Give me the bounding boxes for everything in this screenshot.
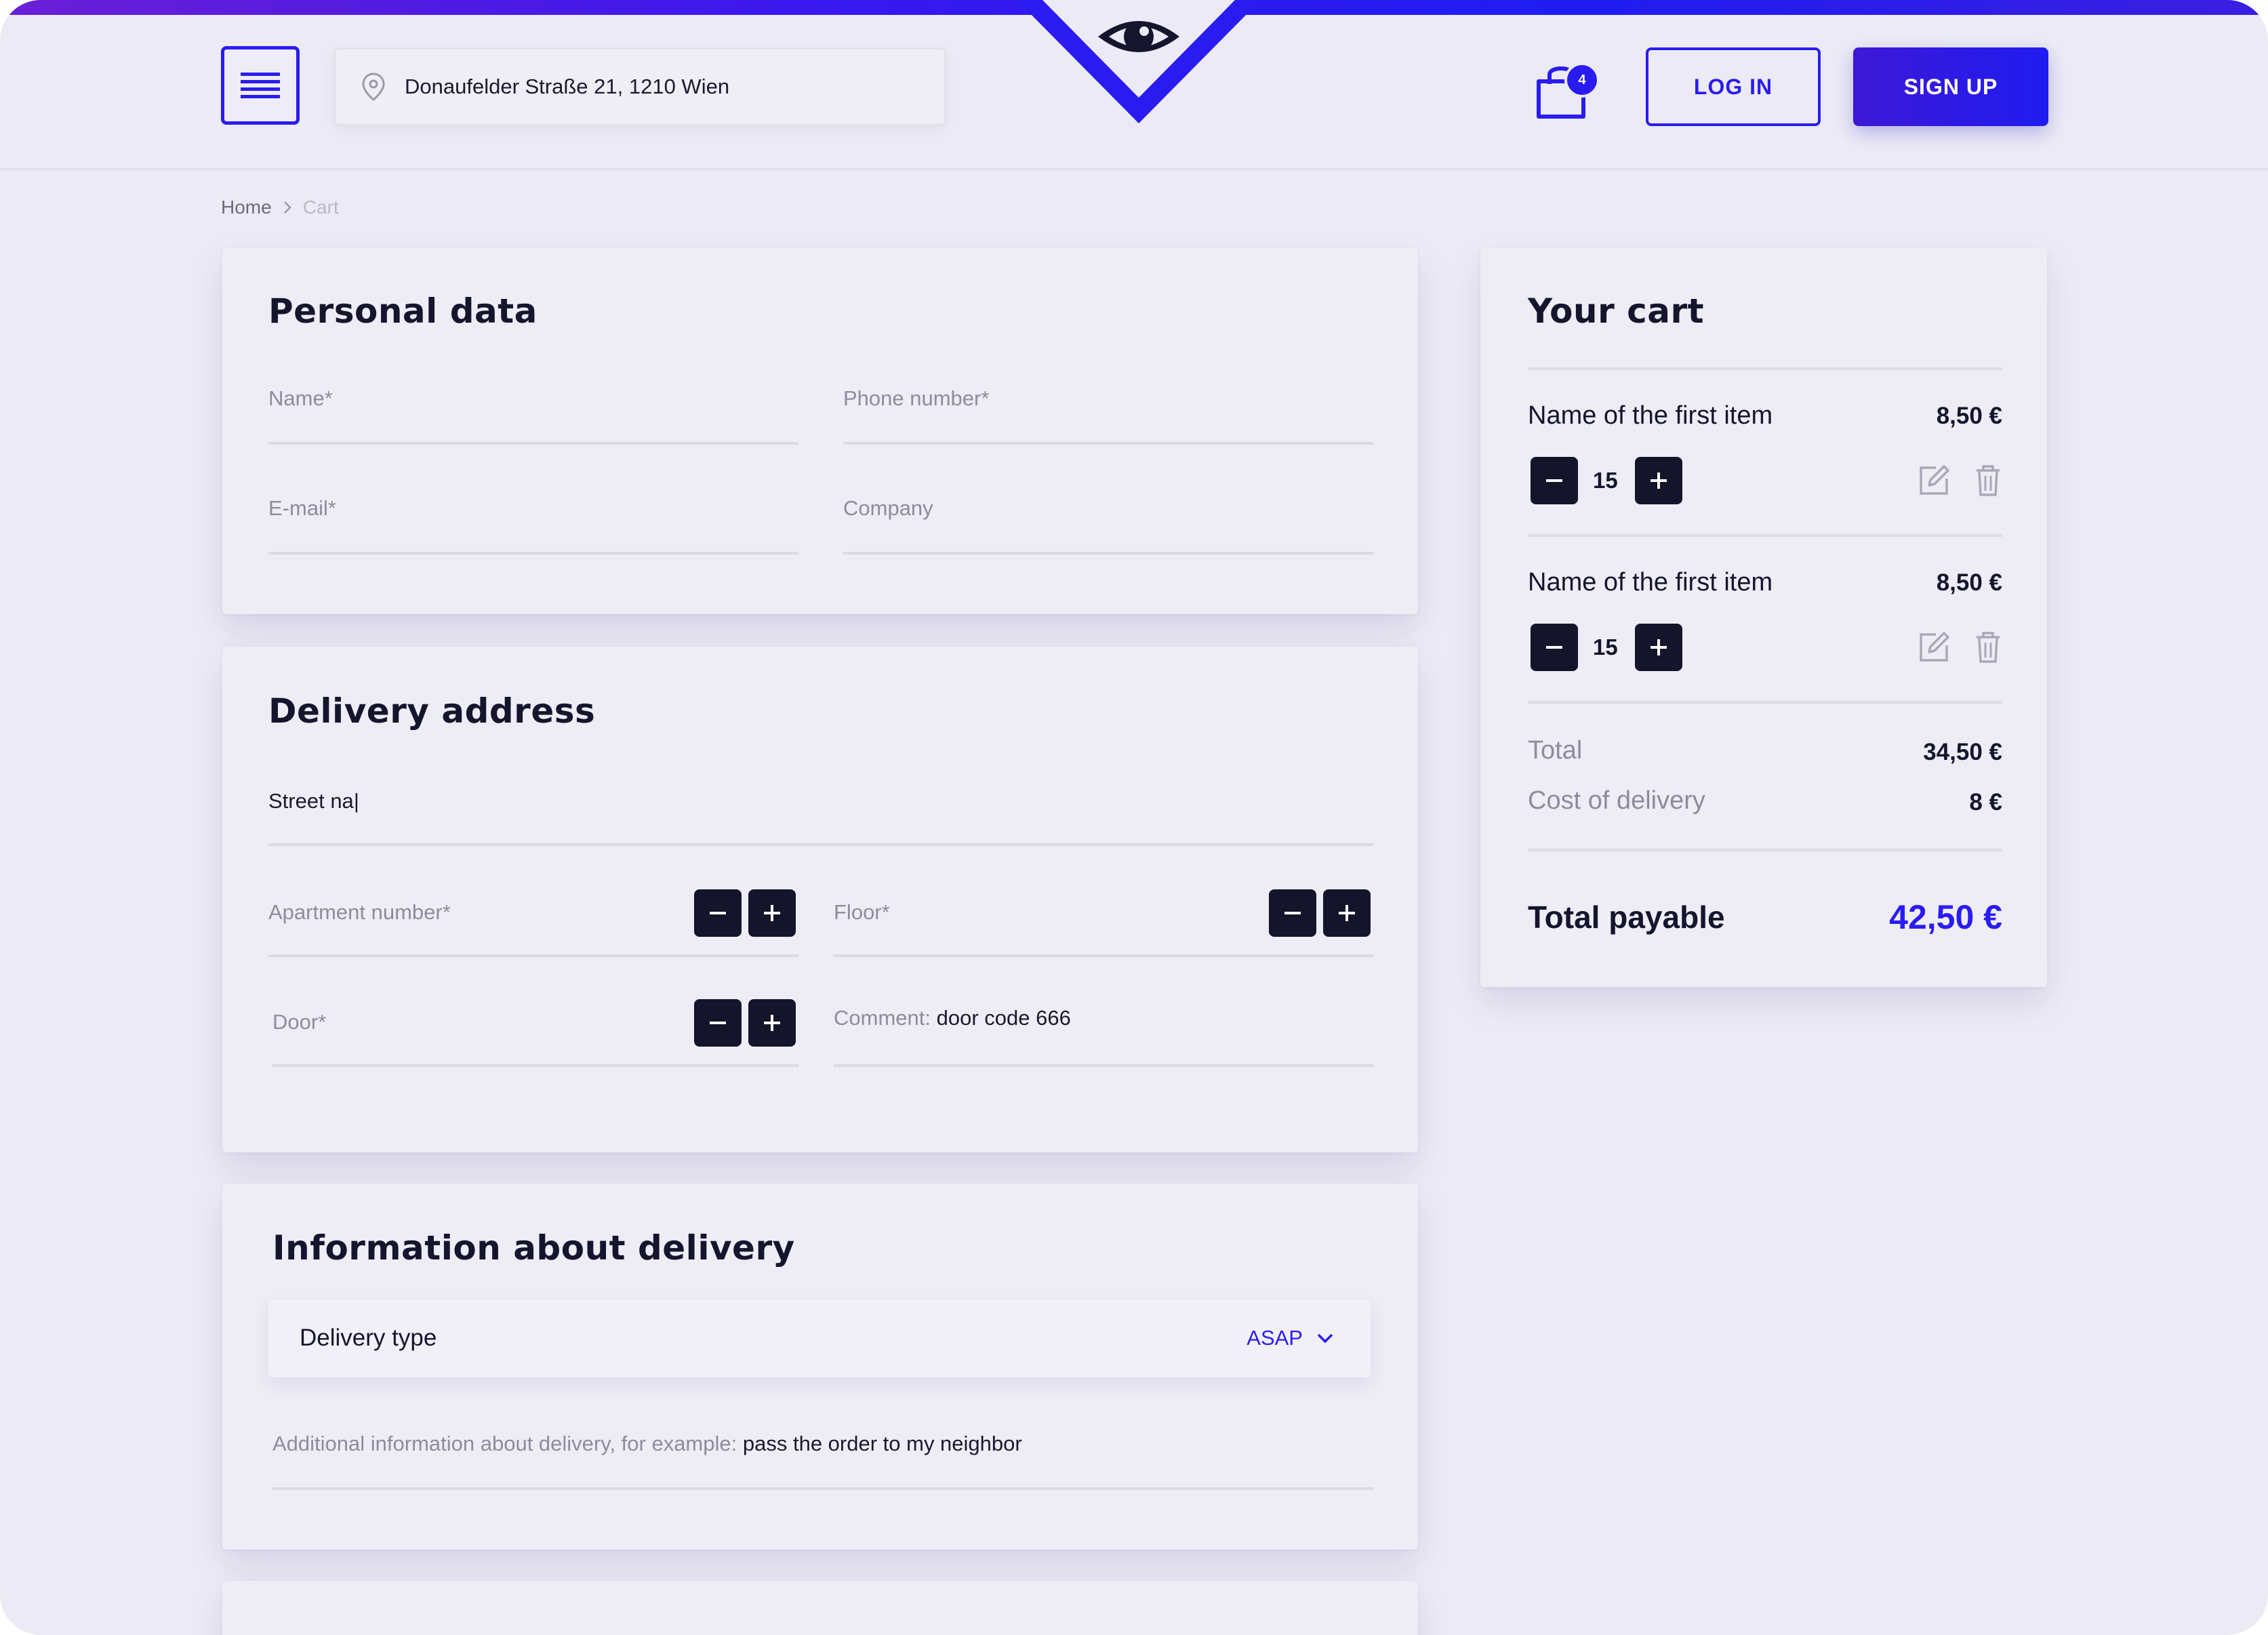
cart-item-name: Name of the first item — [1528, 568, 1773, 597]
breadcrumb: Home Cart — [221, 197, 339, 218]
chevron-down-icon — [1317, 1333, 1333, 1344]
comment-label: Comment: — [834, 1006, 931, 1030]
divider — [1528, 367, 2002, 370]
phone-field[interactable]: Phone number* — [843, 386, 1373, 445]
cart-item-decrement-button[interactable] — [1531, 624, 1578, 671]
additional-info-label: Additional information about delivery, f… — [272, 1432, 737, 1455]
edit-icon[interactable] — [1916, 462, 1952, 499]
street-value: Street na — [268, 789, 354, 813]
cart-item-name: Name of the first item — [1528, 401, 1773, 430]
location-pin-icon — [362, 73, 385, 101]
cart-title: Your cart — [1528, 291, 1705, 331]
trash-icon[interactable] — [1970, 462, 2006, 499]
login-button[interactable]: LOG IN — [1646, 47, 1821, 126]
chevron-right-icon — [283, 201, 291, 214]
next-section-card — [222, 1581, 1418, 1635]
cart-item-increment-button[interactable] — [1635, 624, 1682, 671]
personal-data-title: Personal data — [268, 291, 538, 331]
door-placeholder: Door* — [272, 1010, 327, 1034]
plus-icon — [764, 905, 780, 921]
plus-icon — [1339, 905, 1355, 921]
delivery-cost-value: 8 € — [1969, 789, 2002, 815]
delivery-type-label: Delivery type — [300, 1325, 437, 1351]
delivery-info-title: Information about delivery — [272, 1228, 795, 1268]
plus-icon — [1651, 639, 1667, 655]
total-label: Total — [1528, 736, 1583, 765]
menu-icon — [241, 73, 280, 98]
name-placeholder: Name* — [268, 386, 333, 410]
total-payable-label: Total payable — [1528, 900, 1725, 935]
divider — [1528, 701, 2002, 704]
cart-item-increment-button[interactable] — [1635, 457, 1682, 504]
floor-decrement-button[interactable] — [1269, 889, 1316, 937]
divider — [1528, 534, 2002, 537]
text-cursor: | — [353, 789, 359, 813]
total-value: 34,50 € — [1923, 739, 2002, 765]
signup-button[interactable]: SIGN UP — [1853, 47, 2048, 126]
apartment-increment-button[interactable] — [748, 889, 796, 937]
company-placeholder: Company — [843, 496, 933, 520]
delivery-type-value: ASAP — [1247, 1326, 1334, 1350]
cart-count-badge: 4 — [1564, 62, 1600, 98]
minus-icon — [710, 912, 726, 914]
comment-value: door code 666 — [936, 1006, 1071, 1030]
plus-icon — [764, 1015, 780, 1031]
additional-info-value: pass the order to my neighbor — [742, 1432, 1022, 1455]
menu-button[interactable] — [221, 46, 300, 125]
breadcrumb-home[interactable]: Home — [221, 197, 272, 218]
apartment-placeholder: Apartment number* — [268, 900, 451, 924]
name-field[interactable]: Name* — [268, 386, 798, 445]
company-field[interactable]: Company — [843, 496, 1373, 554]
address-text: Donaufelder Straße 21, 1210 Wien — [405, 75, 730, 98]
floor-increment-button[interactable] — [1323, 889, 1371, 937]
cart-item-price: 8,50 € — [1936, 403, 2002, 429]
comment-field[interactable]: Comment: door code 666 — [834, 1006, 1373, 1067]
additional-info-field[interactable]: Additional information about delivery, f… — [272, 1432, 1373, 1490]
email-field[interactable]: E-mail* — [268, 496, 798, 554]
delivery-type-select[interactable]: Delivery type ASAP — [268, 1300, 1371, 1377]
street-field[interactable]: Street na| — [268, 789, 1373, 846]
minus-icon — [1546, 646, 1562, 649]
app-frame: Donaufelder Straße 21, 1210 Wien 4 LOG I… — [0, 0, 2268, 1635]
breadcrumb-current: Cart — [302, 197, 339, 218]
email-placeholder: E-mail* — [268, 496, 336, 520]
minus-icon — [710, 1022, 726, 1024]
plus-icon — [1651, 472, 1667, 489]
delivery-type-selected: ASAP — [1247, 1326, 1303, 1350]
cart-item-quantity: 15 — [1593, 634, 1618, 660]
cart-summary-card — [1480, 248, 2047, 987]
edit-icon[interactable] — [1916, 629, 1952, 666]
door-increment-button[interactable] — [748, 999, 796, 1047]
minus-icon — [1546, 479, 1562, 482]
delivery-address-title: Delivery address — [268, 691, 596, 731]
delivery-cost-label: Cost of delivery — [1528, 786, 1705, 815]
divider — [1528, 849, 2002, 851]
logo-eye-icon[interactable] — [1017, 0, 1261, 129]
apartment-decrement-button[interactable] — [694, 889, 742, 937]
door-decrement-button[interactable] — [694, 999, 742, 1047]
phone-placeholder: Phone number* — [843, 386, 990, 410]
address-selector[interactable]: Donaufelder Straße 21, 1210 Wien — [333, 47, 946, 126]
trash-icon[interactable] — [1970, 629, 2006, 666]
cart-item-decrement-button[interactable] — [1531, 457, 1578, 504]
floor-placeholder: Floor* — [834, 900, 890, 924]
cart-item-quantity: 15 — [1593, 468, 1618, 493]
total-payable-value: 42,50 € — [1889, 898, 2002, 936]
minus-icon — [1284, 912, 1301, 914]
cart-item-price: 8,50 € — [1936, 569, 2002, 596]
